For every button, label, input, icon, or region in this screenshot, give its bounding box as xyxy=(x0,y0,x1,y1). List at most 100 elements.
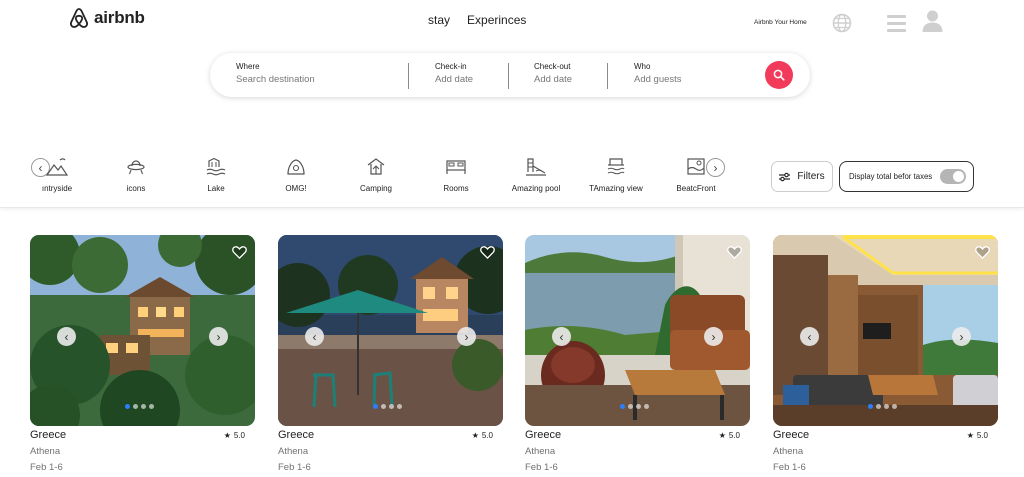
category-camping[interactable]: Camping xyxy=(336,157,416,193)
chevron-right-icon: › xyxy=(464,329,469,344)
photo-next-button[interactable]: › xyxy=(457,327,476,346)
heart-icon[interactable] xyxy=(975,245,990,259)
display-total-toggle-group: Display total befor taxes xyxy=(839,161,974,192)
who-placeholder: Add guests xyxy=(634,74,682,85)
checkin-label: Check-in xyxy=(435,62,467,71)
display-total-label: Display total befor taxes xyxy=(849,172,933,181)
divider xyxy=(408,63,409,89)
photo-prev-button[interactable]: ‹ xyxy=(800,327,819,346)
search-checkout[interactable]: Check-out Add date xyxy=(534,62,572,85)
heart-icon[interactable] xyxy=(232,245,247,259)
photo-next-button[interactable]: › xyxy=(209,327,228,346)
countryside-icon xyxy=(45,158,69,176)
sliders-icon xyxy=(779,172,791,181)
photo-prev-button[interactable]: ‹ xyxy=(57,327,76,346)
ufo-icon xyxy=(127,160,145,175)
photo-next-button[interactable]: › xyxy=(704,327,723,346)
listing-location: Athena xyxy=(773,446,804,457)
filters-label: Filters xyxy=(797,171,825,182)
lake-icon xyxy=(206,157,226,176)
category-label: TAmazing view xyxy=(589,184,643,193)
chevron-right-icon: › xyxy=(216,329,221,344)
listing-rating: ★ 5.0 xyxy=(719,431,740,440)
chevron-right-icon: › xyxy=(713,160,718,175)
listing-card[interactable]: ‹ › Greece ★ 5.0 Athena Feb 1-6 xyxy=(30,235,255,474)
category-label: ıntryside xyxy=(41,184,73,193)
airbnb-logo[interactable]: airbnb xyxy=(67,6,145,30)
airbnb-your-home-link[interactable]: Airbnb Your Home xyxy=(754,19,807,26)
heart-icon[interactable] xyxy=(727,245,742,259)
category-lake[interactable]: Lake xyxy=(176,157,256,193)
beachfront-icon xyxy=(687,158,705,175)
category-countryside[interactable]: ıntryside xyxy=(17,157,97,193)
listing-title: Greece xyxy=(30,429,67,441)
heart-icon[interactable] xyxy=(480,245,495,259)
nav-stay[interactable]: stay xyxy=(428,13,450,27)
photo-prev-button[interactable]: ‹ xyxy=(305,327,324,346)
header: airbnb stay Experinces Airbnb Your Home … xyxy=(0,0,1024,110)
divider xyxy=(607,63,608,89)
airbnb-logo-icon xyxy=(70,8,88,28)
rating-value: 5.0 xyxy=(728,431,740,440)
listing-title: Greece xyxy=(525,429,562,441)
photo-pagination-dots xyxy=(868,404,897,409)
rating-value: 5.0 xyxy=(481,431,493,440)
chevron-left-icon: ‹ xyxy=(807,329,812,344)
divider xyxy=(508,63,509,89)
listing-photo[interactable]: ‹ › xyxy=(30,235,255,426)
bed-icon xyxy=(446,160,466,174)
search-checkin[interactable]: Check-in Add date xyxy=(435,62,473,85)
category-omg[interactable]: OMG! xyxy=(256,157,336,193)
where-placeholder: Search destination xyxy=(236,74,315,85)
rating-value: 5.0 xyxy=(233,431,245,440)
checkout-label: Check-out xyxy=(534,62,571,71)
checkout-placeholder: Add date xyxy=(534,74,573,85)
listing-dates: Feb 1-6 xyxy=(278,462,311,473)
listing-rating: ★ 5.0 xyxy=(224,431,245,440)
category-label: icons xyxy=(126,184,146,193)
category-label: Camping xyxy=(359,184,392,193)
category-rooms[interactable]: Rooms xyxy=(416,157,496,193)
listing-card[interactable]: ‹ › Greece ★ 5.0 Athena Feb 1-6 xyxy=(525,235,750,474)
star-icon: ★ xyxy=(471,431,479,440)
photo-pagination-dots xyxy=(125,404,154,409)
brand-name: airbnb xyxy=(94,8,145,27)
category-icons[interactable]: icons xyxy=(96,157,176,193)
user-icon[interactable] xyxy=(922,9,943,33)
star-icon: ★ xyxy=(223,431,231,440)
hamburger-menu-icon[interactable] xyxy=(887,15,906,33)
listing-card[interactable]: ‹ › Greece ★ 5.0 Athena Feb 1-6 xyxy=(773,235,998,474)
search-who[interactable]: Who Add guests xyxy=(634,62,682,85)
display-total-toggle[interactable] xyxy=(940,169,967,184)
checkin-placeholder: Add date xyxy=(435,74,474,85)
category-amazing-view[interactable]: TAmazing view xyxy=(576,157,656,193)
globe-icon[interactable] xyxy=(832,13,852,33)
listing-info: Greece ★ 5.0 Athena Feb 1-6 xyxy=(525,426,750,474)
pool-icon xyxy=(526,158,546,176)
category-amazing-pool[interactable]: Amazing pool xyxy=(496,157,576,193)
omg-house-icon xyxy=(287,159,305,175)
search-button[interactable] xyxy=(765,61,793,89)
nav-experiences[interactable]: Experinces xyxy=(467,13,526,27)
listing-location: Athena xyxy=(30,446,61,457)
listing-location: Athena xyxy=(525,446,556,457)
listing-info: Greece ★ 5.0 Athena Feb 1-6 xyxy=(30,426,255,474)
rating-value: 5.0 xyxy=(976,431,988,440)
chevron-right-icon: › xyxy=(959,329,964,344)
star-icon: ★ xyxy=(966,431,974,440)
filters-button[interactable]: Filters xyxy=(771,161,833,192)
category-label: OMG! xyxy=(285,184,307,193)
where-label: Where xyxy=(236,62,260,71)
photo-next-button[interactable]: › xyxy=(952,327,971,346)
category-label: BeatcFront xyxy=(676,184,716,193)
listing-dates: Feb 1-6 xyxy=(30,462,63,473)
listing-card[interactable]: ‹ › Greece ★ 5.0 Athena Feb 1-6 xyxy=(278,235,503,474)
search-where[interactable]: Where Search destination xyxy=(236,62,315,85)
top-nav: stay Experinces xyxy=(428,13,526,27)
listing-photo[interactable]: ‹ › xyxy=(525,235,750,426)
listing-photo[interactable]: ‹ › xyxy=(773,235,998,426)
listing-photo[interactable]: ‹ › xyxy=(278,235,503,426)
listing-dates: Feb 1-6 xyxy=(525,462,558,473)
category-scroll-right-button[interactable]: › xyxy=(706,158,725,177)
photo-prev-button[interactable]: ‹ xyxy=(552,327,571,346)
